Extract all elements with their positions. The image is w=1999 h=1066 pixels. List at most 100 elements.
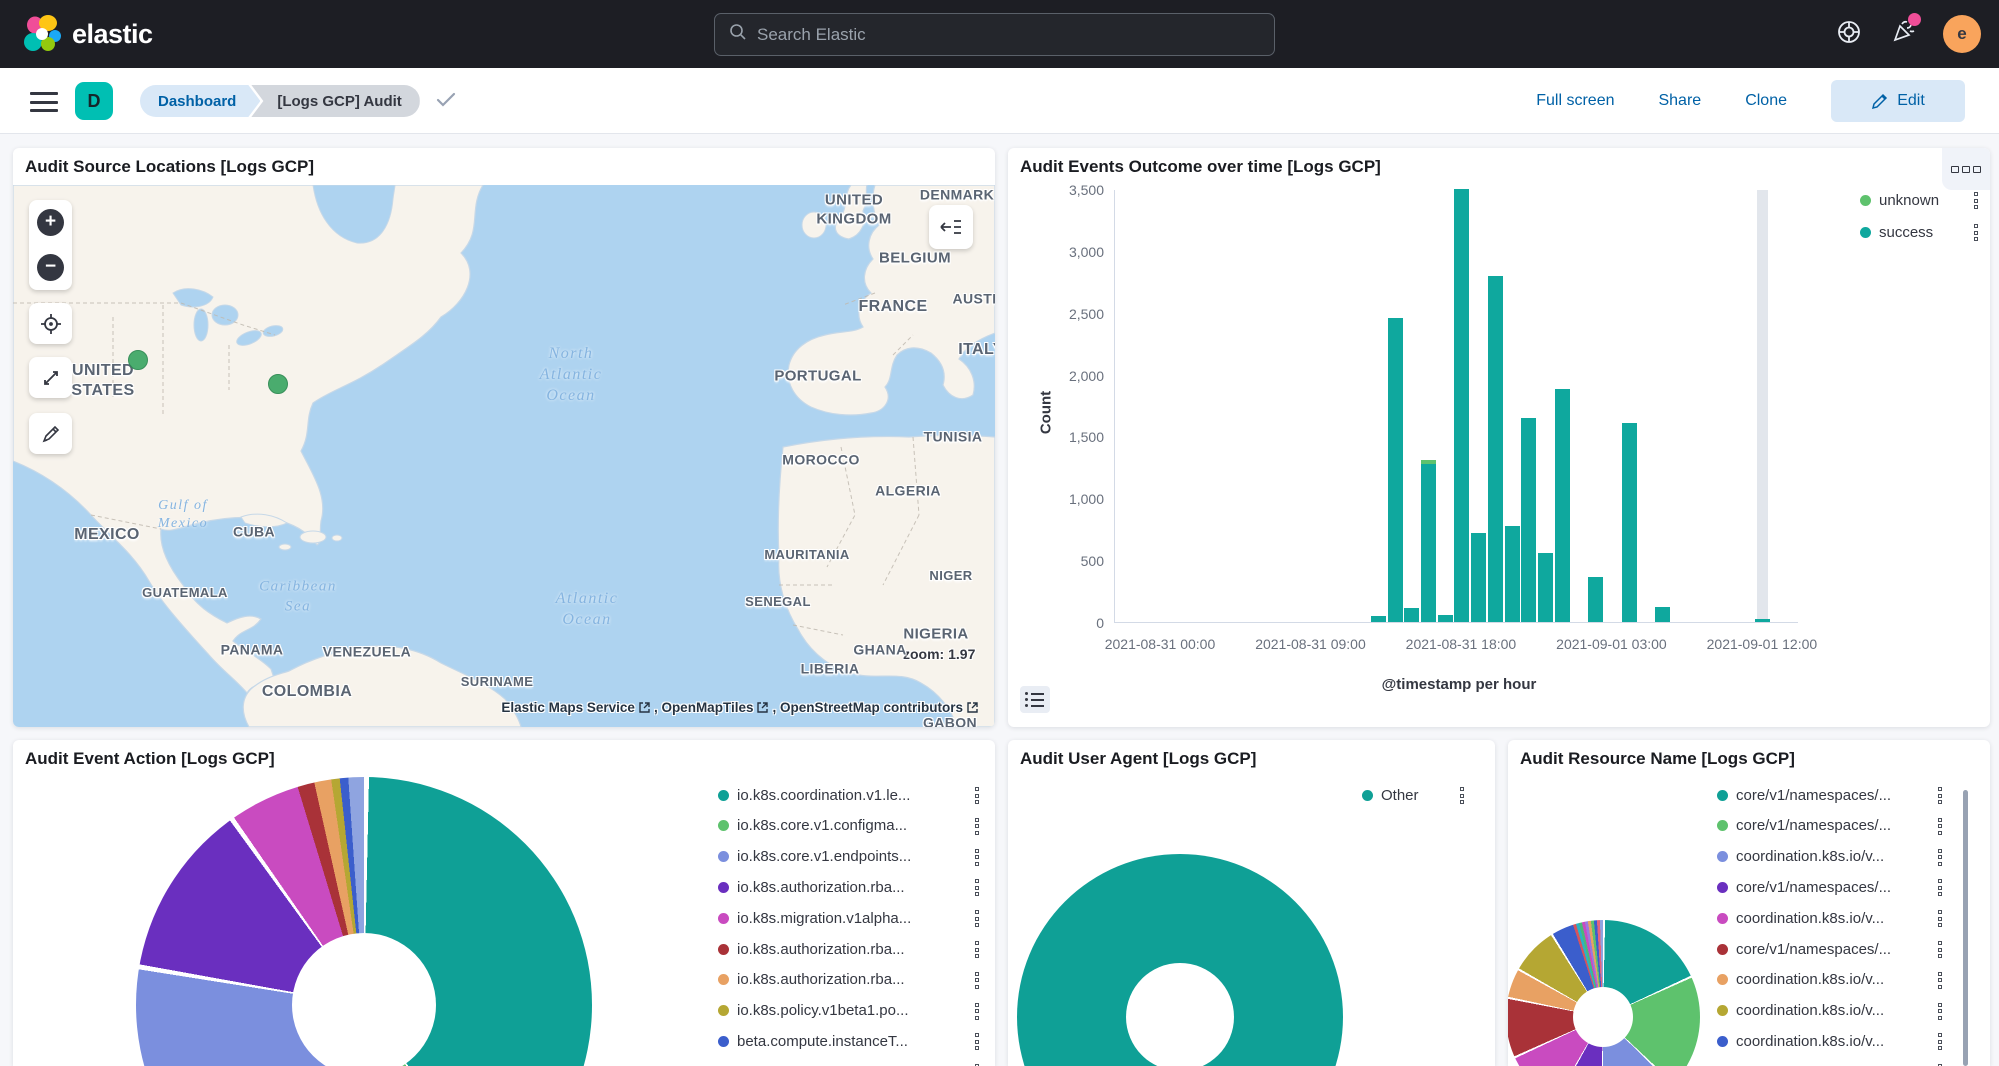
legend-item-menu-icon[interactable]: [975, 879, 979, 896]
legend-item[interactable]: io.k8s.authorization.rba...: [718, 939, 905, 959]
elastic-logo[interactable]: [22, 14, 62, 54]
legend-item-menu-icon[interactable]: [1938, 910, 1942, 927]
panel-options-icon[interactable]: [1942, 148, 1990, 190]
map-country-label: ITALY: [958, 340, 995, 360]
breadcrumb-dashboard[interactable]: Dashboard: [140, 85, 260, 117]
legend-item[interactable]: coordination.k8s.io/v...: [1717, 847, 1884, 867]
map-data-marker[interactable]: [128, 350, 148, 370]
legend-item-menu-icon[interactable]: [1938, 849, 1942, 866]
legend-item-menu-icon[interactable]: [975, 972, 979, 989]
help-icon[interactable]: [1835, 18, 1863, 51]
legend-item-menu-icon[interactable]: [1938, 972, 1942, 989]
legend-item[interactable]: coordination.k8s.io/v...: [1717, 1001, 1884, 1021]
bar-success[interactable]: [1655, 607, 1670, 622]
map-legend-collapse-button[interactable]: [929, 205, 973, 249]
legend-item-unknown[interactable]: unknown: [1860, 190, 1939, 210]
attribution-openmaptiles[interactable]: , OpenMapTiles: [654, 700, 754, 715]
legend-item-menu-icon[interactable]: [975, 941, 979, 958]
bar-success[interactable]: [1454, 189, 1469, 622]
crosshair-icon: [39, 312, 63, 336]
legend-item[interactable]: coordination.k8s.io/v...: [1717, 970, 1884, 990]
event-action-donut-chart[interactable]: [136, 777, 592, 1066]
user-avatar[interactable]: e: [1943, 15, 1981, 53]
bar-success[interactable]: [1521, 418, 1536, 622]
menu-hamburger-icon[interactable]: [30, 92, 58, 112]
legend-item[interactable]: core/v1/namespaces/...: [1717, 785, 1891, 805]
bar-success[interactable]: [1755, 619, 1770, 622]
map-data-marker[interactable]: [268, 374, 288, 394]
legend-item-other[interactable]: Other: [1362, 785, 1419, 805]
legend-item[interactable]: coordination.k8s.io/v...: [1717, 908, 1884, 928]
legend-item-menu-icon[interactable]: [975, 787, 979, 804]
share-button[interactable]: Share: [1658, 92, 1701, 110]
map-fit-to-data-button[interactable]: [29, 357, 72, 398]
legend-item[interactable]: beta.compute.instanceT...: [718, 1031, 908, 1051]
legend-item[interactable]: io.k8s.authorization.rba...: [718, 877, 905, 897]
legend-item-menu-icon[interactable]: [1974, 192, 1978, 209]
legend-item[interactable]: google.iam.admin.v1.Cr...: [718, 1062, 907, 1066]
legend-item-menu-icon[interactable]: [1938, 787, 1942, 804]
bar-success[interactable]: [1471, 533, 1486, 622]
legend-item-menu-icon[interactable]: [1974, 224, 1978, 241]
bar-unknown[interactable]: [1421, 460, 1436, 464]
map-draw-tools-button[interactable]: [29, 413, 72, 454]
legend-item-menu-icon[interactable]: [975, 1003, 979, 1020]
legend-item[interactable]: core/v1/namespaces/...: [1717, 816, 1891, 836]
legend-item-menu-icon[interactable]: [1460, 787, 1464, 804]
legend-item-menu-icon[interactable]: [1938, 818, 1942, 835]
bar-success[interactable]: [1438, 615, 1453, 622]
map-zoom-out-button[interactable]: −: [37, 254, 64, 281]
legend-item-menu-icon[interactable]: [975, 910, 979, 927]
bar-success[interactable]: [1371, 616, 1386, 622]
attribution-osm[interactable]: , OpenStreetMap contributors: [772, 700, 963, 715]
y-tick-label: 2,000: [1044, 368, 1104, 384]
edit-button[interactable]: Edit: [1831, 80, 1965, 122]
legend-item-menu-icon[interactable]: [975, 849, 979, 866]
legend-item[interactable]: core/v1/namespaces/...: [1717, 939, 1891, 959]
bar-success[interactable]: [1622, 423, 1637, 622]
bar-success[interactable]: [1421, 464, 1436, 622]
bar-success[interactable]: [1555, 389, 1570, 622]
legend-item[interactable]: io.k8s.core.v1.configma...: [718, 816, 907, 836]
legend-item[interactable]: coordination.k8s.io/v...: [1717, 1062, 1884, 1066]
legend-item[interactable]: coordination.k8s.io/v...: [1717, 1031, 1884, 1051]
attribution-ems[interactable]: Elastic Maps Service: [501, 700, 635, 715]
legend-item[interactable]: io.k8s.authorization.rba...: [718, 970, 905, 990]
legend-item-menu-icon[interactable]: [1938, 879, 1942, 896]
legend-item[interactable]: io.k8s.core.v1.endpoints...: [718, 847, 911, 867]
legend-item[interactable]: io.k8s.policy.v1beta1.po...: [718, 1001, 909, 1021]
full-screen-button[interactable]: Full screen: [1536, 92, 1614, 110]
y-tick-label: 3,000: [1044, 244, 1104, 260]
map-country-label: BELGIUM: [879, 250, 951, 269]
legend-item[interactable]: io.k8s.migration.v1alpha...: [718, 908, 911, 928]
legend-item[interactable]: core/v1/namespaces/...: [1717, 877, 1891, 897]
map-zoom-in-button[interactable]: +: [37, 209, 64, 236]
search-input[interactable]: Search Elastic: [714, 13, 1275, 56]
news-feed-icon[interactable]: [1889, 18, 1917, 51]
legend-dot: [1860, 195, 1871, 206]
bar-success[interactable]: [1538, 553, 1553, 622]
dashboard-app-badge[interactable]: D: [75, 82, 113, 120]
clone-button[interactable]: Clone: [1745, 92, 1787, 110]
bar-success[interactable]: [1488, 276, 1503, 622]
bar-success[interactable]: [1588, 577, 1603, 622]
legend-dot: [1717, 974, 1728, 985]
legend-item-menu-icon[interactable]: [1938, 941, 1942, 958]
bar-success[interactable]: [1388, 318, 1403, 622]
legend-item-menu-icon[interactable]: [1938, 1003, 1942, 1020]
legend-item-menu-icon[interactable]: [975, 818, 979, 835]
map-set-view-button[interactable]: [29, 303, 72, 344]
bar-success[interactable]: [1505, 526, 1520, 622]
breadcrumb-current-page[interactable]: [Logs GCP] Audit: [251, 85, 419, 117]
legend-toggle-icon[interactable]: [1020, 686, 1050, 713]
legend-item-label: core/v1/namespaces/...: [1736, 787, 1891, 804]
legend-item-success[interactable]: success: [1860, 222, 1933, 242]
map-canvas[interactable]: + − zoo: [13, 185, 995, 727]
user-agent-donut-chart[interactable]: [1017, 854, 1343, 1066]
legend-item-menu-icon[interactable]: [1938, 1033, 1942, 1050]
legend-item[interactable]: io.k8s.coordination.v1.le...: [718, 785, 910, 805]
legend-scrollbar[interactable]: [1963, 790, 1968, 1066]
resource-name-donut-chart[interactable]: [1508, 920, 1700, 1066]
bar-success[interactable]: [1404, 608, 1419, 622]
legend-item-menu-icon[interactable]: [975, 1033, 979, 1050]
